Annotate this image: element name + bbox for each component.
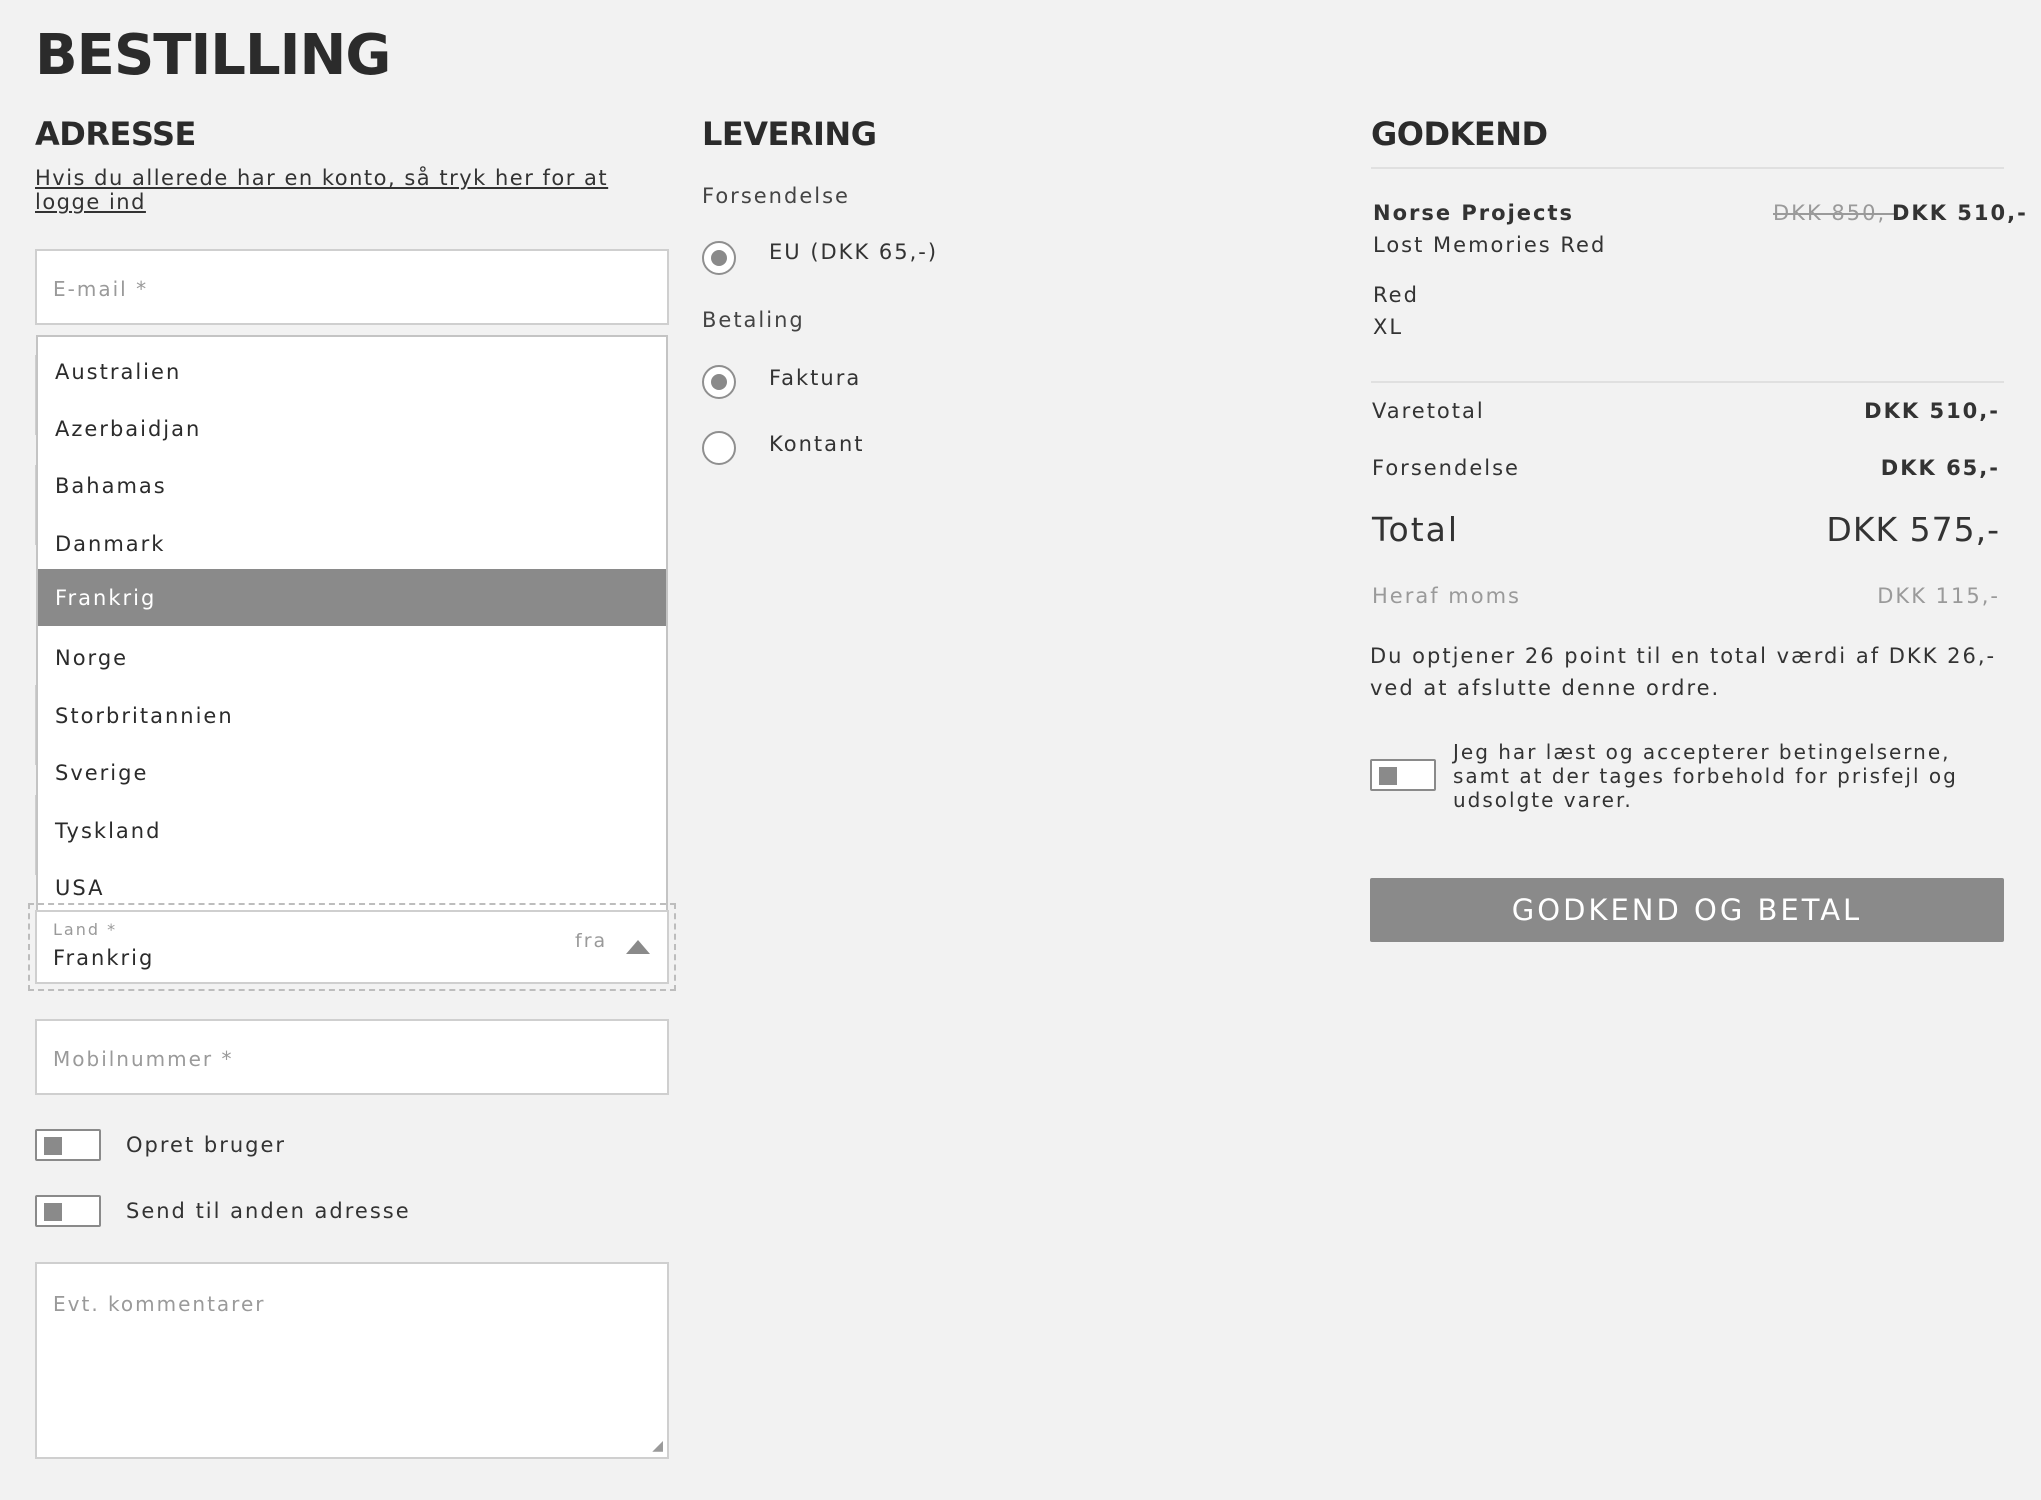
phone-placeholder: Mobilnummer * (53, 1047, 234, 1071)
phone-field[interactable]: Mobilnummer * (35, 1019, 669, 1095)
page-title: BESTILLING (35, 23, 391, 88)
terms-line-1: Jeg har læst og accepterer betingelserne… (1453, 740, 1951, 764)
address-heading: ADRESSE (35, 115, 196, 153)
radio-dot (711, 374, 727, 390)
country-dropdown-list[interactable]: Australien Azerbaidjan Bahamas Danmark F… (36, 335, 668, 912)
email-field[interactable]: E-mail * (35, 249, 669, 325)
total-value: DKK 575,- (1826, 510, 2000, 549)
country-option[interactable]: Tyskland (38, 802, 666, 859)
total-label: Total (1372, 510, 1460, 549)
approve-and-pay-button[interactable]: GODKEND OG BETAL (1370, 878, 2004, 942)
shipping-label: Forsendelse (702, 184, 850, 208)
terms-text: Jeg har læst og accepterer betingelserne… (1453, 740, 1958, 812)
login-link[interactable]: Hvis du allerede har en konto, så tryk h… (35, 166, 635, 214)
comments-textarea[interactable]: Evt. kommentarer ◢ (35, 1262, 669, 1459)
shipping-cost-value: DKK 65,- (1880, 456, 2000, 480)
points-line-2: ved at afslutte denne ordre. (1370, 676, 1721, 700)
terms-toggle[interactable] (1370, 759, 1436, 791)
country-option[interactable]: Australien (38, 343, 666, 400)
country-suffix: fra (575, 930, 608, 952)
vat-value: DKK 115,- (1877, 584, 2000, 608)
toggle-knob (1379, 767, 1397, 785)
product-size: XL (1373, 315, 1404, 339)
shipping-option-label: EU (DKK 65,-) (769, 240, 939, 264)
subtotal-label: Varetotal (1372, 399, 1485, 423)
toggle-knob (44, 1203, 62, 1221)
vat-label: Heraf moms (1372, 584, 1521, 608)
payment-label: Betaling (702, 308, 805, 332)
country-option[interactable]: Storbritannien (38, 687, 666, 744)
toggle-knob (44, 1137, 62, 1155)
product-color: Red (1373, 283, 1419, 307)
chevron-up-icon[interactable] (626, 940, 650, 954)
country-option[interactable]: Danmark (38, 515, 666, 572)
subtotal-value: DKK 510,- (1864, 399, 2000, 423)
terms-line-2: samt at der tages forbehold for prisfejl… (1453, 764, 1958, 788)
other-address-toggle[interactable] (35, 1195, 101, 1227)
other-address-label: Send til anden adresse (126, 1199, 411, 1223)
product-name: Lost Memories Red (1373, 233, 1607, 257)
payment-radio-faktura[interactable] (702, 365, 736, 399)
create-user-label: Opret bruger (126, 1133, 287, 1157)
country-option[interactable]: Azerbaidjan (38, 400, 666, 457)
product-brand: Norse Projects (1373, 201, 1575, 225)
terms-line-3: udsolgte varer. (1453, 788, 1633, 812)
country-option-selected[interactable]: Frankrig (38, 569, 666, 626)
checkout-page: BESTILLING ADRESSE Hvis du allerede har … (0, 0, 2041, 1500)
points-line-1: Du optjener 26 point til en total værdi … (1370, 644, 1997, 668)
payment-radio-kontant[interactable] (702, 431, 736, 465)
approve-heading: GODKEND (1371, 115, 1548, 153)
country-option[interactable]: Sverige (38, 744, 666, 801)
create-user-toggle[interactable] (35, 1129, 101, 1161)
resize-handle-icon[interactable]: ◢ (652, 1439, 663, 1453)
product-old-price: DKK 850,- (1773, 201, 1896, 225)
email-placeholder: E-mail * (53, 277, 149, 301)
product-price: DKK 510,- (1892, 201, 2028, 225)
country-option[interactable]: Norge (38, 629, 666, 686)
delivery-heading: LEVERING (702, 115, 877, 153)
country-option[interactable]: Bahamas (38, 457, 666, 514)
country-select[interactable]: Land * Frankrig fra (35, 910, 669, 984)
country-value: Frankrig (53, 946, 155, 970)
divider (1371, 167, 2004, 169)
payment-option-kontant: Kontant (769, 432, 865, 456)
shipping-cost-label: Forsendelse (1372, 456, 1520, 480)
shipping-radio-eu[interactable] (702, 241, 736, 275)
payment-option-faktura: Faktura (769, 366, 862, 390)
country-label: Land * (53, 920, 118, 939)
divider (1371, 381, 2004, 383)
radio-dot (711, 250, 727, 266)
comments-placeholder: Evt. kommentarer (53, 1292, 266, 1316)
